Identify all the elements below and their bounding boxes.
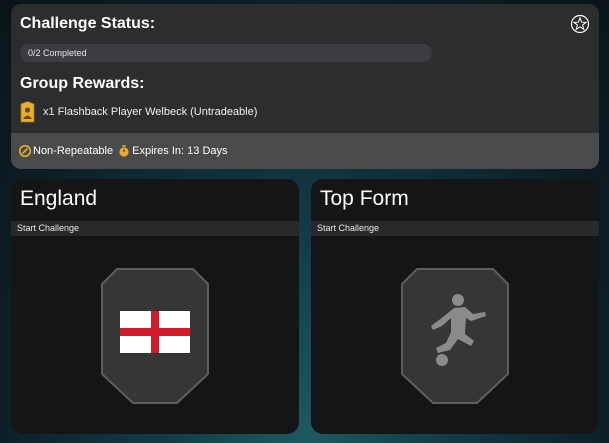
reward-text: x1 Flashback Player Welbeck (Untradeable… [43, 106, 258, 118]
challenge-title: England [20, 187, 98, 210]
non-repeatable-icon [19, 145, 31, 157]
expires-label: Expires In: 13 Days [132, 145, 228, 157]
start-challenge-label[interactable]: Start Challenge [311, 221, 599, 236]
player-card-icon [20, 101, 35, 123]
reward-item: x1 Flashback Player Welbeck (Untradeable… [20, 100, 257, 124]
stopwatch-icon [119, 145, 129, 157]
challenge-info-bar: Non-Repeatable Expires In: 13 Days [11, 133, 599, 169]
progress-bar: 0/2 Completed [20, 44, 432, 62]
top-form-badge [401, 268, 509, 404]
progress-text: 0/2 Completed [28, 48, 87, 58]
non-repeatable-tag: Non-Repeatable [19, 145, 113, 157]
challenge-card-england[interactable]: England Start Challenge [11, 179, 299, 434]
expires-tag: Expires In: 13 Days [118, 145, 228, 157]
non-repeatable-label: Non-Repeatable [33, 145, 114, 157]
england-flag-icon [120, 311, 190, 353]
challenge-status-panel: Challenge Status: 0/2 Completed Group Re… [11, 4, 599, 169]
challenge-card-top-form[interactable]: Top Form Start Challenge [311, 179, 599, 434]
group-rewards-title: Group Rewards: [20, 75, 145, 92]
challenge-title: Top Form [320, 187, 409, 210]
england-badge [101, 268, 209, 404]
challenge-status-title: Challenge Status: [20, 15, 156, 32]
star-icon[interactable] [570, 14, 590, 34]
start-challenge-label[interactable]: Start Challenge [11, 221, 299, 236]
